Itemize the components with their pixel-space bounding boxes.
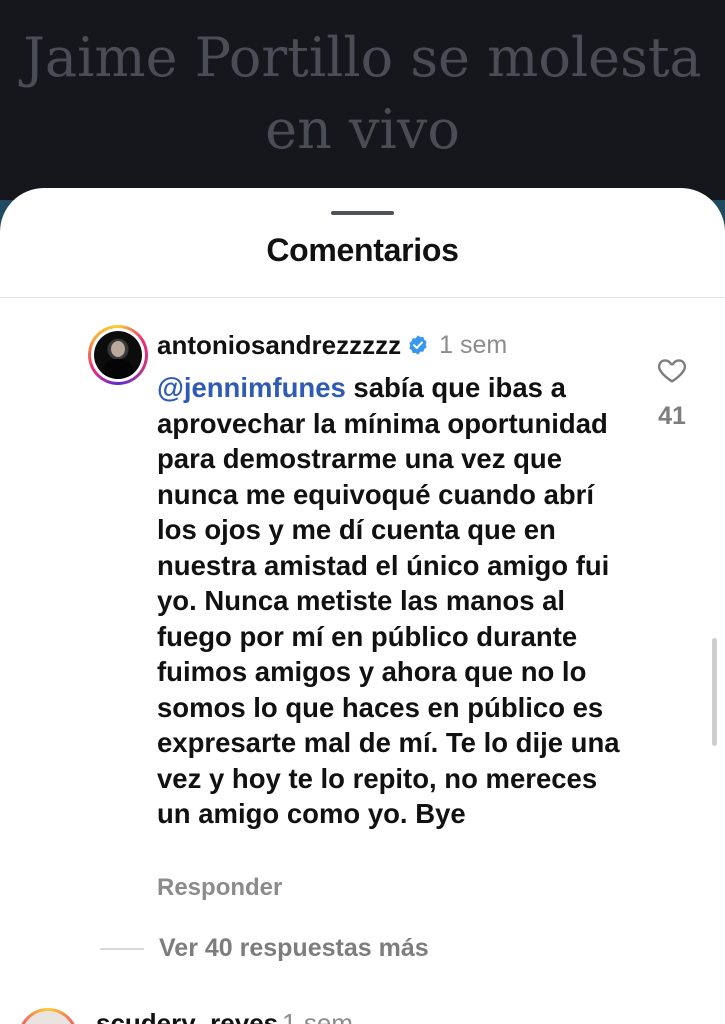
commenter-username[interactable]: antoniosandrezzzzz: [157, 330, 401, 361]
like-count: 41: [658, 402, 686, 430]
comment-time: 1 sem: [439, 330, 508, 359]
heart-icon[interactable]: [656, 354, 688, 386]
next-comment-meta: scudery_reyes 1 sem: [96, 1008, 353, 1024]
background-video-area: Jaime Portillo se molesta en vivo: [0, 0, 725, 220]
verified-badge-icon: [409, 335, 427, 355]
sheet-title: Comentarios: [266, 232, 459, 268]
avatar-face: [111, 341, 125, 357]
avatar-body: [102, 359, 134, 379]
avatar-photo: [94, 331, 142, 379]
next-commenter-username[interactable]: scudery_reyes: [96, 1008, 278, 1024]
view-more-replies-button[interactable]: Ver 40 respuestas más: [159, 934, 429, 963]
replies-connector-line: [100, 948, 144, 950]
header-divider: [0, 297, 725, 298]
comment-text-content: sabía que ibas a aprovechar la mínima op…: [157, 372, 620, 829]
comment-meta: antoniosandrezzzzz 1 sem: [157, 328, 507, 362]
scroll-indicator[interactable]: [712, 638, 717, 746]
commenter-avatar[interactable]: [88, 325, 148, 385]
video-headline: Jaime Portillo se molesta en vivo: [23, 26, 702, 161]
next-commenter-avatar[interactable]: [18, 1008, 78, 1024]
sheet-drag-handle[interactable]: [331, 211, 394, 215]
avatar-ring-gap: [91, 328, 145, 382]
next-comment-time: 1 sem: [282, 1008, 353, 1024]
comments-sheet: Comentarios antoniosandrezzzzz 1 sem @je…: [0, 188, 725, 1024]
comment-text: @jennimfunes sabía que ibas a aprovechar…: [157, 370, 637, 832]
next-avatar-photo: [21, 1011, 75, 1024]
user-mention-link[interactable]: @jennimfunes: [157, 372, 346, 403]
reply-button[interactable]: Responder: [157, 874, 282, 902]
